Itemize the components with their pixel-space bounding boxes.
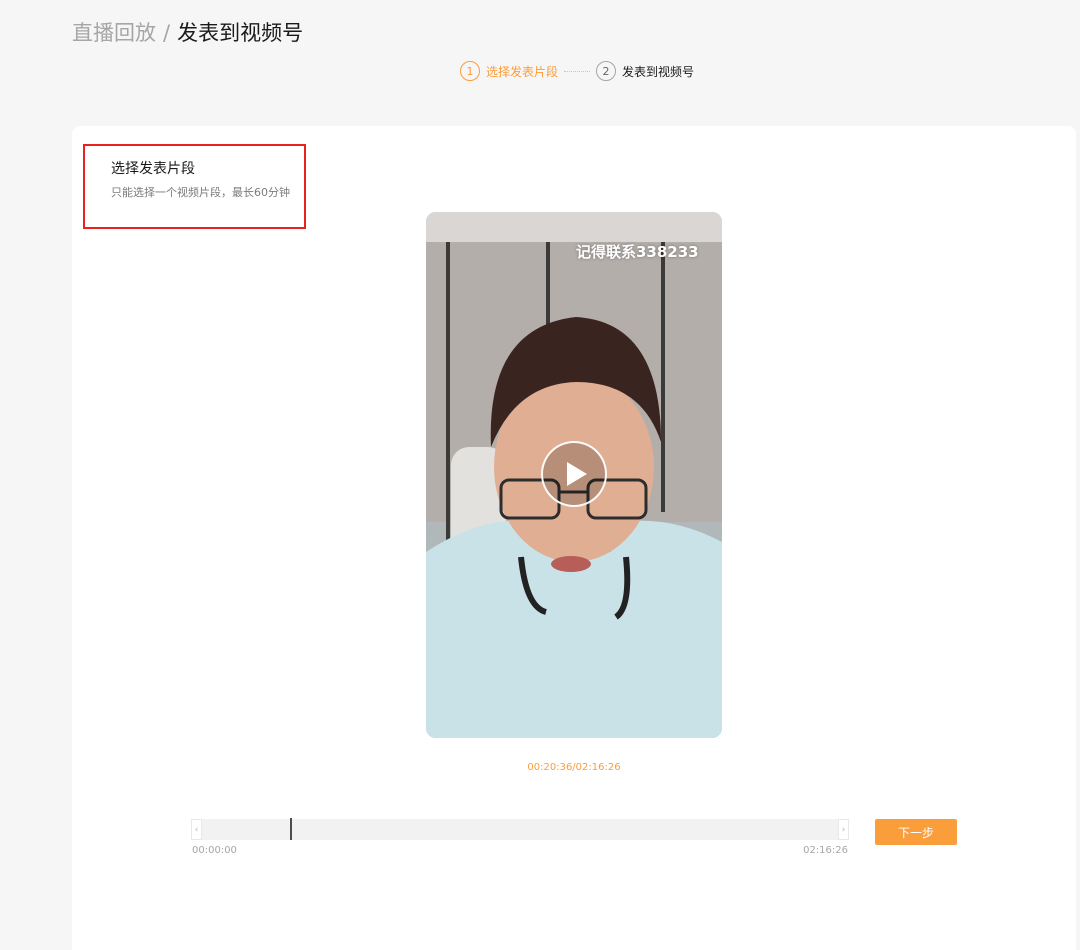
timeline-playhead[interactable] bbox=[290, 818, 292, 840]
breadcrumb-parent-link[interactable]: 直播回放 bbox=[72, 21, 156, 45]
step-1: 1 选择发表片段 bbox=[460, 61, 558, 81]
playback-time: 00:20:36/02:16:26 bbox=[527, 762, 621, 773]
play-icon bbox=[567, 462, 587, 486]
step-2-number: 2 bbox=[596, 61, 617, 81]
breadcrumb-separator: / bbox=[163, 21, 171, 45]
timeline-next-arrow[interactable]: › bbox=[838, 819, 849, 840]
breadcrumb: 直播回放 / 发表到视频号 bbox=[72, 18, 303, 48]
step-2: 2 发表到视频号 bbox=[596, 61, 694, 81]
timeline-start-time: 00:00:00 bbox=[192, 845, 237, 856]
timeline-prev-arrow[interactable]: ‹ bbox=[191, 819, 202, 840]
next-step-button[interactable]: 下一步 bbox=[875, 819, 957, 845]
step-1-number: 1 bbox=[460, 61, 480, 81]
step-connector bbox=[564, 70, 591, 72]
video-overlay-text: 记得联系338233 bbox=[576, 243, 699, 261]
play-button[interactable] bbox=[541, 441, 607, 507]
step-1-label: 选择发表片段 bbox=[486, 64, 559, 79]
section-description: 只能选择一个视频片段，最长60分钟 bbox=[111, 186, 290, 199]
step-indicator: 1 选择发表片段 2 发表到视频号 bbox=[460, 61, 694, 81]
timeline-end-time: 02:16:26 bbox=[803, 845, 848, 856]
clip-timeline[interactable]: ‹ › bbox=[191, 818, 849, 840]
video-player[interactable]: 记得联系338233 bbox=[426, 212, 722, 738]
step-2-label: 发表到视频号 bbox=[622, 64, 695, 79]
section-title: 选择发表片段 bbox=[111, 161, 195, 177]
page-title: 发表到视频号 bbox=[177, 21, 304, 45]
